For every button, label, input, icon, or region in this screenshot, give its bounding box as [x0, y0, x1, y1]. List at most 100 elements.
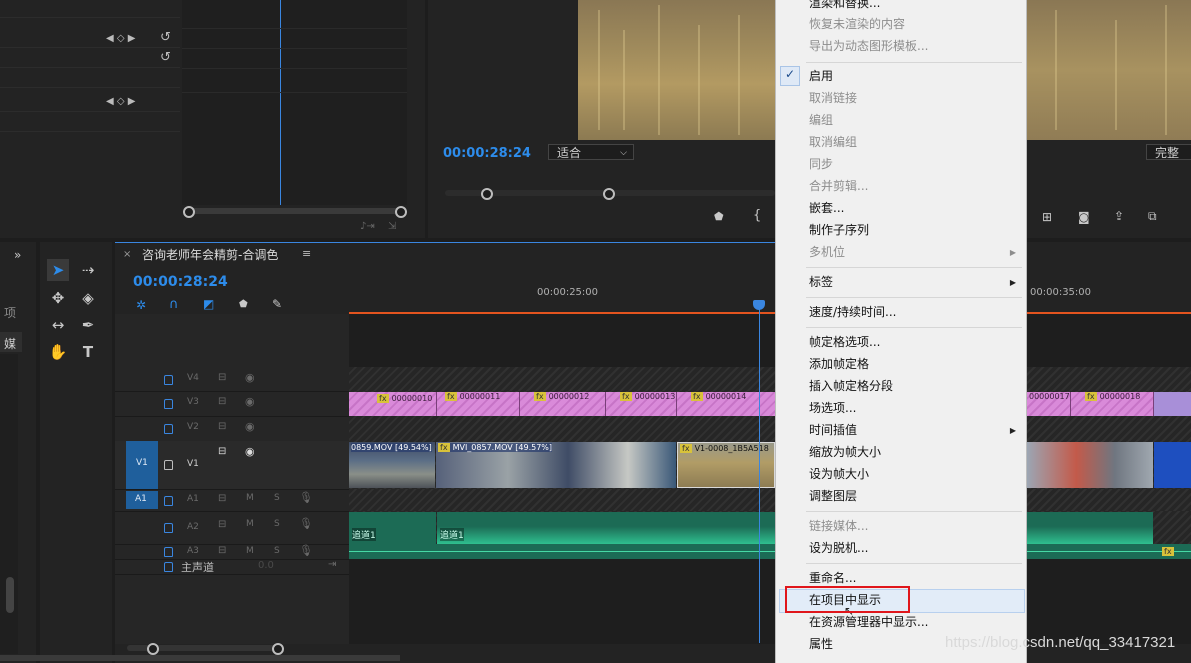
menu-item-insert-frame-hold-segment[interactable]: 插入帧定格分段 — [809, 375, 893, 397]
add-marker-icon[interactable]: ⬟ — [239, 299, 248, 310]
effect-row[interactable] — [0, 0, 180, 18]
scroll-handle[interactable] — [147, 643, 159, 655]
track-select-tool-icon[interactable]: ⇢ — [77, 259, 99, 281]
lock-icon[interactable] — [164, 375, 173, 385]
effect-row[interactable] — [0, 92, 180, 112]
bottom-scrollbar[interactable] — [0, 655, 400, 661]
solo-button[interactable]: S — [274, 546, 280, 556]
mute-button[interactable]: M — [246, 519, 254, 529]
scroll-handle[interactable] — [183, 206, 195, 218]
tab-menu-icon[interactable]: ≡ — [302, 247, 311, 260]
compare-view-icon[interactable]: ⊞ — [1042, 210, 1052, 224]
menu-item-set-to-frame-size[interactable]: 设为帧大小 — [809, 463, 869, 485]
scrubber-in-handle[interactable] — [481, 188, 493, 200]
export-icon[interactable]: ⇲ — [388, 221, 396, 232]
lock-icon[interactable] — [164, 562, 173, 572]
menu-item-link-media[interactable]: 链接媒体... — [809, 515, 868, 537]
effect-row[interactable] — [0, 48, 180, 68]
microphone-icon[interactable]: 🎙︎ — [299, 491, 313, 504]
linked-selection-icon[interactable]: ◩ — [203, 297, 214, 311]
menu-item-export-motion-graphics-template[interactable]: 导出为动态图形模板... — [809, 35, 928, 57]
extract-icon[interactable]: ⧉ — [1148, 209, 1157, 224]
program-timecode[interactable]: 00:00:28:24 — [443, 146, 531, 161]
slip-tool-icon[interactable]: ↔ — [47, 314, 69, 336]
menu-item-speed-duration[interactable]: 速度/持续时间... — [809, 301, 897, 323]
scrubber-out-handle[interactable] — [603, 188, 615, 200]
menu-item-field-options[interactable]: 场选项... — [809, 397, 856, 419]
nest-toggle-icon[interactable]: ✲ — [136, 298, 146, 312]
menu-item-add-frame-hold[interactable]: 添加帧定格 — [809, 353, 869, 375]
a2-audio-clip[interactable]: 追道1 — [349, 512, 436, 544]
menu-item-label[interactable]: 标签 — [809, 271, 833, 293]
menu-item-ungroup[interactable]: 取消编组 — [809, 131, 857, 153]
track-header-v1[interactable]: V1 V1 ⊟ ◉ — [115, 441, 349, 490]
pen-tool-icon[interactable]: ✒ — [77, 314, 99, 336]
media-tab[interactable]: 媒 — [0, 332, 22, 352]
reset-icon[interactable]: ↺ — [160, 50, 171, 65]
fit-dropdown[interactable]: 适合 ⌵ — [548, 144, 634, 160]
a2-audio-clip[interactable] — [1025, 512, 1153, 544]
v3-clip[interactable]: fx 00000013 — [606, 392, 677, 416]
eye-icon[interactable]: ◉ — [245, 420, 255, 433]
menu-item-make-subsequence[interactable]: 制作子序列 — [809, 219, 869, 241]
scroll-handle[interactable] — [395, 206, 407, 218]
track-header-a3[interactable]: A3 ⊟ M S 🎙︎ — [115, 544, 349, 560]
menu-item-nest[interactable]: 嵌套... — [809, 197, 844, 219]
menu-item-multi-camera[interactable]: 多机位 — [809, 241, 845, 263]
menu-item-properties[interactable]: 属性 — [809, 633, 833, 655]
solo-button[interactable]: S — [274, 493, 280, 503]
effect-zoom-scrollbar[interactable] — [186, 208, 402, 214]
lock-icon[interactable] — [164, 460, 173, 470]
snap-icon[interactable]: ∩ — [169, 297, 179, 312]
razor-tool-icon[interactable]: ◈ — [77, 287, 99, 309]
menu-item-reveal-in-explorer[interactable]: 在资源管理器中显示... — [809, 611, 928, 633]
keyframe-nav-icon[interactable]: ◀ ◇ ▶ — [106, 33, 135, 44]
v3-clip[interactable]: 00000017 — [1025, 392, 1071, 416]
v3-clip[interactable] — [1154, 392, 1191, 416]
v3-clip[interactable]: fx 00000018 — [1071, 392, 1154, 416]
solo-button[interactable]: S — [274, 519, 280, 529]
track-header-v4[interactable]: V4 ⊟ ◉ — [115, 367, 349, 392]
lift-icon[interactable]: ⇪ — [1114, 209, 1124, 223]
source-patch-v1[interactable]: V1 — [126, 441, 158, 489]
v1-clip[interactable] — [1154, 442, 1191, 488]
sync-lock-icon[interactable]: ⊟ — [218, 446, 226, 457]
project-scrollbar[interactable] — [6, 577, 14, 613]
menu-item-synchronize[interactable]: 同步 — [809, 153, 833, 175]
mute-button[interactable]: M — [246, 493, 254, 503]
menu-item-group[interactable]: 编组 — [809, 109, 833, 131]
keyframe-nav-icon[interactable]: ◀ ◇ ▶ — [106, 96, 135, 107]
track-header-v3[interactable]: V3 ⊟ ◉ — [115, 391, 349, 417]
menu-item-enable[interactable]: 启用 — [809, 65, 833, 87]
sync-lock-icon[interactable]: ⊟ — [218, 545, 226, 556]
v3-clip[interactable]: fx 00000010 — [349, 392, 437, 416]
sync-lock-icon[interactable]: ⊟ — [218, 493, 226, 504]
sync-lock-icon[interactable]: ⊟ — [218, 372, 226, 383]
close-tab-icon[interactable]: × — [123, 249, 131, 260]
panel-overflow-icon[interactable]: » — [14, 248, 21, 262]
hand-tool-icon[interactable]: ✋ — [47, 341, 69, 363]
lock-icon[interactable] — [164, 496, 173, 506]
menu-item-time-interpolation[interactable]: 时间插值 — [809, 419, 857, 441]
v3-clip[interactable]: fx 00000014 — [677, 392, 776, 416]
effect-row[interactable] — [0, 68, 180, 88]
sync-lock-icon[interactable]: ⊟ — [218, 519, 226, 530]
effect-row[interactable] — [0, 28, 180, 48]
time-ruler[interactable]: 00:00:25:00 00:00:35:00 — [349, 284, 1191, 314]
track-a1-lane[interactable] — [349, 489, 1191, 511]
filter-icon[interactable]: ♪⇥ — [360, 221, 375, 232]
selection-tool-icon[interactable]: ➤ — [47, 259, 69, 281]
source-patch-a1[interactable]: A1 — [126, 491, 158, 509]
track-header-a1[interactable]: A1 A1 ⊟ M S 🎙︎ — [115, 489, 349, 512]
a2-audio-clip[interactable]: 追道1 — [437, 512, 775, 544]
lock-icon[interactable] — [164, 424, 173, 434]
v3-clip[interactable]: fx 00000011 — [437, 392, 520, 416]
v1-clip[interactable]: 0859.MOV [49.54%] — [349, 442, 435, 488]
lock-icon[interactable] — [164, 547, 173, 557]
camera-icon[interactable]: ◙ — [1078, 210, 1090, 224]
reset-icon[interactable]: ↺ — [160, 30, 171, 45]
menu-item-unlink[interactable]: 取消链接 — [809, 87, 857, 109]
quality-dropdown[interactable]: 完整 — [1146, 144, 1191, 160]
v1-clip[interactable] — [1025, 442, 1153, 488]
sync-lock-icon[interactable]: ⊟ — [218, 396, 226, 407]
